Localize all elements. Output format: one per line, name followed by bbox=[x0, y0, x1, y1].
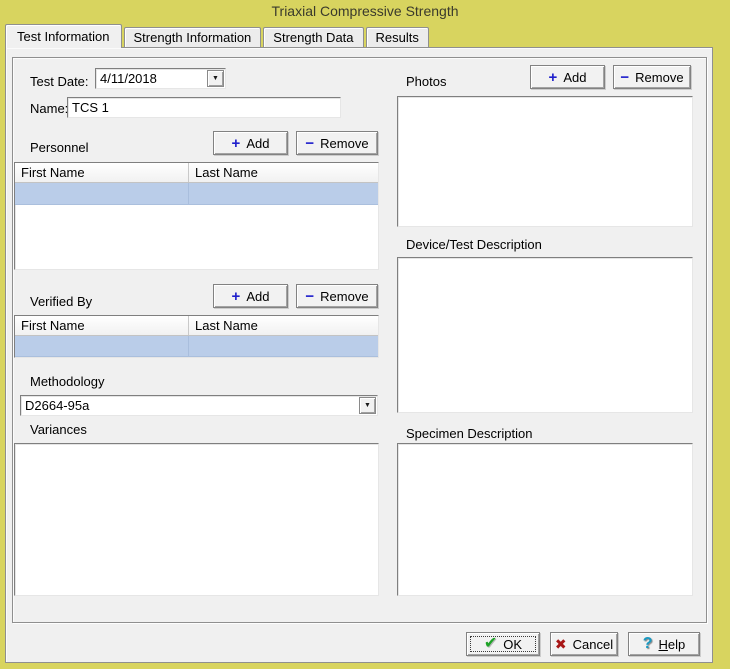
personnel-col-last-name: Last Name bbox=[189, 163, 378, 182]
verified-by-selected-row[interactable] bbox=[15, 336, 378, 357]
photos-add-label: Add bbox=[563, 70, 586, 85]
personnel-label: Personnel bbox=[30, 140, 89, 155]
verified-by-cell-last[interactable] bbox=[189, 336, 378, 356]
verified-by-add-button[interactable]: + Add bbox=[213, 284, 288, 308]
photos-remove-label: Remove bbox=[635, 70, 683, 85]
variances-textarea[interactable] bbox=[14, 443, 379, 596]
verified-by-remove-label: Remove bbox=[320, 289, 368, 304]
variances-label: Variances bbox=[30, 422, 87, 437]
personnel-add-label: Add bbox=[246, 136, 269, 151]
cancel-button[interactable]: ✖ Cancel bbox=[550, 632, 618, 656]
tab-results[interactable]: Results bbox=[366, 27, 429, 47]
chevron-down-icon: ▼ bbox=[364, 402, 371, 409]
test-date-dropdown-button[interactable]: ▼ bbox=[207, 70, 224, 87]
x-icon: ✖ bbox=[555, 637, 567, 651]
test-date-value: 4/11/2018 bbox=[100, 71, 205, 87]
methodology-label: Methodology bbox=[30, 374, 104, 389]
question-mark-icon: ? bbox=[643, 636, 653, 652]
window-title: Triaxial Compressive Strength bbox=[0, 0, 730, 22]
personnel-table-header: First Name Last Name bbox=[15, 163, 378, 183]
test-date-label: Test Date: bbox=[30, 74, 89, 89]
photos-remove-button[interactable]: − Remove bbox=[613, 65, 691, 89]
personnel-cell-first[interactable] bbox=[15, 183, 189, 204]
cancel-label: Cancel bbox=[573, 637, 613, 652]
methodology-value: D2664-95a bbox=[25, 398, 357, 414]
personnel-add-button[interactable]: + Add bbox=[213, 131, 288, 155]
photos-listbox[interactable] bbox=[397, 96, 693, 227]
personnel-table[interactable]: First Name Last Name bbox=[14, 162, 379, 270]
personnel-col-first-name: First Name bbox=[15, 163, 189, 182]
name-input[interactable] bbox=[67, 97, 341, 118]
device-test-description-label: Device/Test Description bbox=[406, 237, 542, 252]
test-date-combobox[interactable]: 4/11/2018 ▼ bbox=[95, 68, 226, 89]
verified-by-cell-first[interactable] bbox=[15, 336, 189, 356]
personnel-remove-button[interactable]: − Remove bbox=[296, 131, 378, 155]
methodology-dropdown-button[interactable]: ▼ bbox=[359, 397, 376, 414]
help-button[interactable]: ? Help bbox=[628, 632, 700, 656]
device-test-description-textarea[interactable] bbox=[397, 257, 693, 413]
name-label: Name: bbox=[30, 101, 68, 116]
tab-bar: Test Information Strength Information St… bbox=[5, 24, 429, 47]
personnel-remove-label: Remove bbox=[320, 136, 368, 151]
add-icon: + bbox=[549, 70, 558, 85]
help-label: Help bbox=[659, 637, 686, 652]
remove-icon: − bbox=[305, 289, 314, 304]
ok-button[interactable]: ✔ OK bbox=[466, 632, 540, 656]
specimen-description-label: Specimen Description bbox=[406, 426, 532, 441]
photos-add-button[interactable]: + Add bbox=[530, 65, 605, 89]
add-icon: + bbox=[232, 136, 241, 151]
remove-icon: − bbox=[620, 70, 629, 85]
verified-by-add-label: Add bbox=[246, 289, 269, 304]
tab-strength-information[interactable]: Strength Information bbox=[124, 27, 262, 47]
personnel-selected-row[interactable] bbox=[15, 183, 378, 205]
specimen-description-textarea[interactable] bbox=[397, 443, 693, 596]
verified-by-table-header: First Name Last Name bbox=[15, 316, 378, 336]
verified-by-label: Verified By bbox=[30, 294, 92, 309]
verified-by-table[interactable]: First Name Last Name bbox=[14, 315, 379, 358]
verified-by-col-first-name: First Name bbox=[15, 316, 189, 335]
add-icon: + bbox=[232, 289, 241, 304]
dialog-window: { "window": { "title": "Triaxial Compres… bbox=[0, 0, 730, 669]
focus-rectangle bbox=[470, 636, 536, 652]
chevron-down-icon: ▼ bbox=[212, 75, 219, 82]
remove-icon: − bbox=[305, 136, 314, 151]
tab-test-information[interactable]: Test Information bbox=[5, 24, 122, 48]
verified-by-remove-button[interactable]: − Remove bbox=[296, 284, 378, 308]
methodology-combobox[interactable]: D2664-95a ▼ bbox=[20, 395, 378, 416]
tab-strength-data[interactable]: Strength Data bbox=[263, 27, 363, 47]
photos-label: Photos bbox=[406, 74, 446, 89]
verified-by-col-last-name: Last Name bbox=[189, 316, 378, 335]
personnel-cell-last[interactable] bbox=[189, 183, 378, 204]
